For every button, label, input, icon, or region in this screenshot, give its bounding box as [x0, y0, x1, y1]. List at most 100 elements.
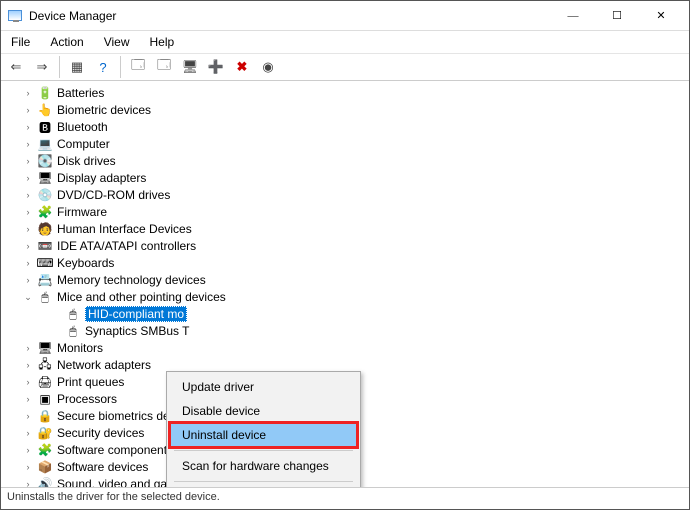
device-category-icon: 🔊 [37, 476, 53, 487]
tree-label: HID-compliant mo [85, 306, 187, 322]
help-button[interactable]: ? [92, 56, 114, 78]
expand-icon[interactable]: › [21, 358, 35, 372]
ctx-disable-device[interactable]: Disable device [170, 399, 357, 423]
expand-icon[interactable]: › [21, 460, 35, 474]
expand-icon[interactable]: › [21, 171, 35, 185]
menu-file[interactable]: File [7, 33, 34, 51]
expand-icon[interactable]: › [21, 341, 35, 355]
expand-icon[interactable]: › [21, 443, 35, 457]
tree-label: Software components [57, 443, 173, 457]
tree-node[interactable]: ⌄🖱Mice and other pointing devices [9, 289, 689, 305]
tree-node[interactable]: 🖱HID-compliant mo [9, 306, 689, 322]
menu-help[interactable]: Help [146, 33, 179, 51]
expand-icon[interactable]: › [21, 426, 35, 440]
device-category-icon: 🔐 [37, 425, 53, 441]
expand-icon[interactable]: › [21, 222, 35, 236]
device-category-icon: 🖨 [37, 374, 53, 390]
expand-icon[interactable]: › [21, 137, 35, 151]
tree-node[interactable]: ›🧑Human Interface Devices [9, 221, 689, 237]
expand-icon[interactable]: › [21, 188, 35, 202]
device-category-icon: 🖥 [37, 170, 53, 186]
expand-icon[interactable]: › [21, 375, 35, 389]
device-category-icon: 👆 [37, 102, 53, 118]
maximize-button[interactable]: ☐ [595, 2, 639, 30]
tree-label: Keyboards [57, 256, 114, 270]
tree-label: Network adapters [57, 358, 151, 372]
expand-icon[interactable]: › [21, 239, 35, 253]
tree-label: Display adapters [57, 171, 146, 185]
device-category-icon: 💻 [37, 136, 53, 152]
back-button[interactable]: ⇐ [5, 56, 27, 78]
tree-node[interactable]: ›📇Memory technology devices [9, 272, 689, 288]
toolbar: ⇐ ⇒ ▦ ? 🗔 🗔 🖥 ➕ ✖ ◉ [1, 53, 689, 81]
tree-node[interactable]: ›🖥Monitors [9, 340, 689, 356]
device-category-icon: 📦 [37, 459, 53, 475]
tree-label: Print queues [57, 375, 124, 389]
minimize-button[interactable]: — [551, 2, 595, 30]
tree-label: Memory technology devices [57, 273, 206, 287]
device-category-icon: 🧩 [37, 204, 53, 220]
tree-node[interactable]: ›⌨ Keyboards [9, 255, 689, 271]
expand-icon[interactable]: › [21, 409, 35, 423]
tree-node[interactable]: ›💻 Computer [9, 136, 689, 152]
device-category-icon: 🔋 [37, 85, 53, 101]
ctx-update-driver[interactable]: Update driver [170, 375, 357, 399]
tree-node[interactable]: ›🧩Firmware [9, 204, 689, 220]
show-hide-tree-button[interactable]: ▦ [66, 56, 88, 78]
tree-label: Mice and other pointing devices [57, 290, 226, 304]
expand-icon [49, 307, 63, 321]
menu-view[interactable]: View [100, 33, 134, 51]
properties-button[interactable]: 🗔 [127, 56, 149, 78]
statusbar: Uninstalls the driver for the selected d… [1, 487, 689, 509]
expand-icon[interactable]: › [21, 86, 35, 100]
expand-icon[interactable]: › [21, 120, 35, 134]
device-manager-window: Device Manager — ☐ ✕ File Action View He… [0, 0, 690, 510]
expand-icon[interactable]: › [21, 273, 35, 287]
tree-node[interactable]: ›🅱Bluetooth [9, 119, 689, 135]
device-tree-pane[interactable]: ›🔋Batteries›👆Biometric devices›🅱Bluetoot… [1, 81, 689, 487]
expand-icon[interactable]: › [21, 477, 35, 487]
tree-node[interactable]: ›📼IDE ATA/ATAPI controllers [9, 238, 689, 254]
uninstall-device-button[interactable]: ✖ [231, 56, 253, 78]
expand-icon[interactable]: ⌄ [21, 290, 35, 304]
tree-label: Processors [57, 392, 117, 406]
context-menu: Update driver Disable device Uninstall d… [166, 371, 361, 487]
menu-action[interactable]: Action [46, 33, 87, 51]
ctx-uninstall-device[interactable]: Uninstall device [170, 423, 357, 447]
tree-label: Biometric devices [57, 103, 151, 117]
tree-label: Disk drives [57, 154, 116, 168]
tree-label: Computer [57, 137, 110, 151]
close-button[interactable]: ✕ [639, 2, 683, 30]
expand-icon [49, 324, 63, 338]
window-title: Device Manager [29, 9, 551, 23]
expand-icon[interactable]: › [21, 103, 35, 117]
expand-icon[interactable]: › [21, 154, 35, 168]
device-category-icon: ⌨ [37, 255, 53, 271]
tree-node[interactable]: ›🖥 Display adapters [9, 170, 689, 186]
ctx-properties[interactable]: Properties [170, 485, 357, 487]
update-driver-button[interactable]: 🖥 [179, 56, 201, 78]
separator [120, 56, 121, 78]
expand-icon[interactable]: › [21, 392, 35, 406]
tree-node[interactable]: ›💿DVD/CD-ROM drives [9, 187, 689, 203]
tree-node[interactable]: ›👆 Biometric devices [9, 102, 689, 118]
device-category-icon: 📼 [37, 238, 53, 254]
device-category-icon: 💿 [37, 187, 53, 203]
ctx-scan-hardware[interactable]: Scan for hardware changes [170, 454, 357, 478]
enable-device-button[interactable]: ➕ [205, 56, 227, 78]
scan-hardware-button[interactable]: ◉ [257, 56, 279, 78]
expand-icon[interactable]: › [21, 256, 35, 270]
properties2-button[interactable]: 🗔 [153, 56, 175, 78]
device-category-icon: ▣ [37, 391, 53, 407]
device-category-icon: 💽 [37, 153, 53, 169]
forward-button[interactable]: ⇒ [31, 56, 53, 78]
tree-label: Synaptics SMBus T [85, 324, 189, 338]
device-category-icon: 🔒 [37, 408, 53, 424]
expand-icon[interactable]: › [21, 205, 35, 219]
device-icon: 🖱 [65, 306, 81, 322]
separator [174, 450, 353, 451]
tree-node[interactable]: ›🔋Batteries [9, 85, 689, 101]
tree-node[interactable]: 🖱Synaptics SMBus T [9, 323, 689, 339]
tree-node[interactable]: ›💽 Disk drives [9, 153, 689, 169]
app-icon [7, 8, 23, 24]
